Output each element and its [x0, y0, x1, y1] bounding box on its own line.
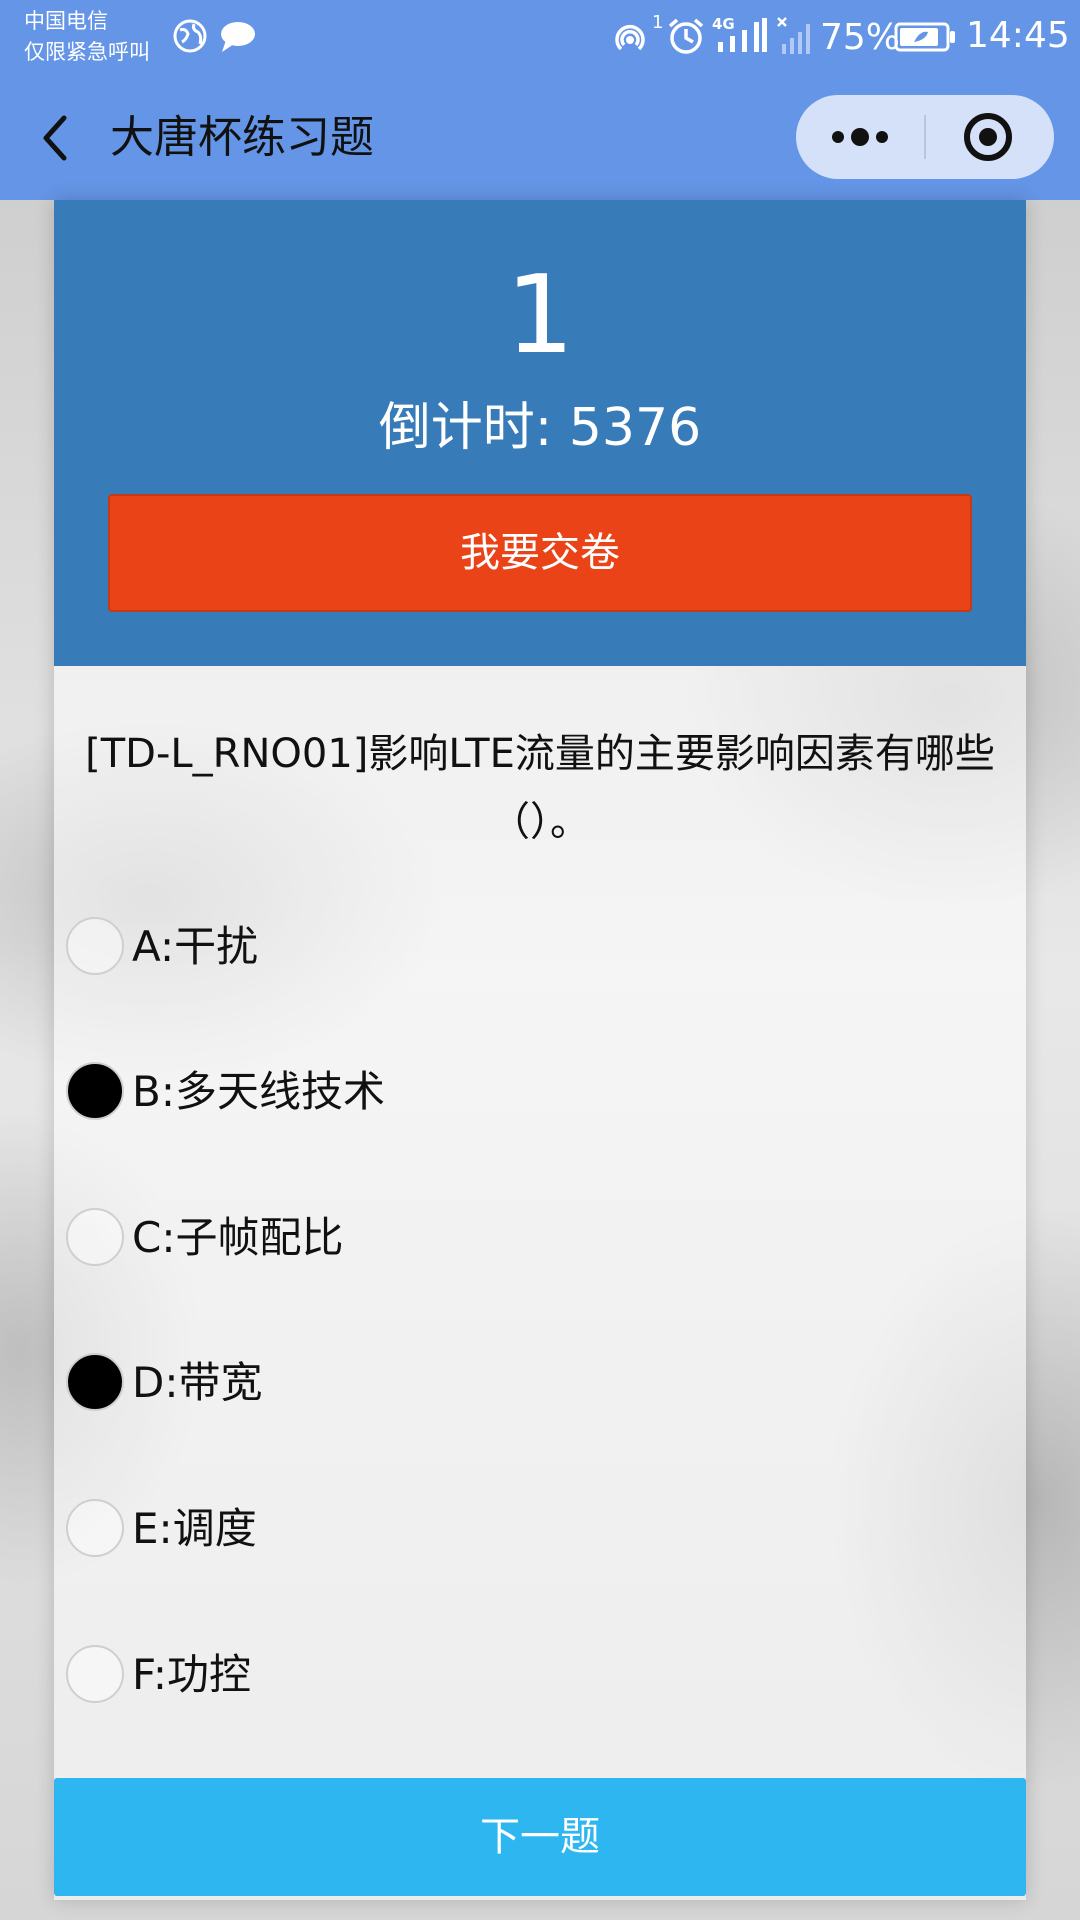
nav-bar: 大唐杯练习题 [0, 78, 1080, 200]
mini-program-capsule [796, 95, 1054, 179]
option-b-checkbox[interactable] [66, 1062, 124, 1120]
option-d-checkbox[interactable] [66, 1353, 124, 1411]
carrier-name: 中国电信 [24, 9, 108, 33]
option-a-label: A:干扰 [132, 922, 259, 971]
option-e[interactable]: E:调度 [66, 1494, 966, 1564]
option-c-checkbox[interactable] [66, 1208, 124, 1266]
page-title: 大唐杯练习题 [110, 112, 374, 163]
clock: 14:45 [966, 15, 1070, 56]
close-mini-program-button[interactable] [926, 95, 1054, 179]
question-text: [TD-L_RNO01]影响LTE流量的主要影响因素有哪些（）。 [85, 731, 995, 845]
more-dots-icon [832, 128, 888, 146]
signal-icon [718, 18, 767, 52]
option-c[interactable]: C:子帧配比 [66, 1203, 966, 1273]
back-arrow-icon[interactable] [28, 108, 88, 168]
option-d-label: D:带宽 [132, 1358, 263, 1407]
alarm-icon [668, 18, 704, 54]
option-a-checkbox[interactable] [66, 917, 124, 975]
option-a[interactable]: A:干扰 [66, 912, 966, 982]
option-e-checkbox[interactable] [66, 1499, 124, 1557]
battery-percent: 75% [820, 17, 901, 58]
hotspot-badge: 1 [652, 12, 664, 33]
option-f[interactable]: F:功控 [66, 1640, 966, 1710]
option-d[interactable]: D:带宽 [66, 1348, 966, 1418]
no-signal-icon [777, 17, 810, 54]
question-number: 1 [505, 253, 575, 378]
battery-icon [894, 22, 955, 52]
quiz-card: 1 倒计时: 5376 我要交卷 [TD-L_RNO01]影响LTE流量的主要影… [54, 200, 1026, 1900]
option-f-label: F:功控 [132, 1650, 252, 1699]
target-close-icon [964, 113, 1012, 161]
option-b[interactable]: B:多天线技术 [66, 1057, 966, 1127]
next-question-button[interactable]: 下一题 [54, 1778, 1026, 1896]
countdown-timer: 倒计时: 5376 [378, 398, 702, 458]
more-menu-button[interactable] [796, 95, 924, 179]
option-f-checkbox[interactable] [66, 1645, 124, 1703]
hotspot-icon [615, 24, 645, 51]
option-c-label: C:子帧配比 [132, 1213, 344, 1262]
submit-exam-button[interactable]: 我要交卷 [108, 494, 972, 612]
option-b-label: B:多天线技术 [132, 1067, 385, 1116]
carrier-info: 中国电信 仅限紧急呼叫 [24, 6, 150, 68]
quiz-header-panel: 1 倒计时: 5376 我要交卷 [54, 200, 1026, 666]
emergency-only-text: 仅限紧急呼叫 [24, 40, 150, 64]
chat-bubble-icon [221, 22, 255, 52]
status-bar: 中国电信 仅限紧急呼叫 1 4G 75% 14:45 [0, 0, 1080, 78]
option-e-label: E:调度 [132, 1504, 257, 1553]
globe-icon [173, 19, 207, 53]
